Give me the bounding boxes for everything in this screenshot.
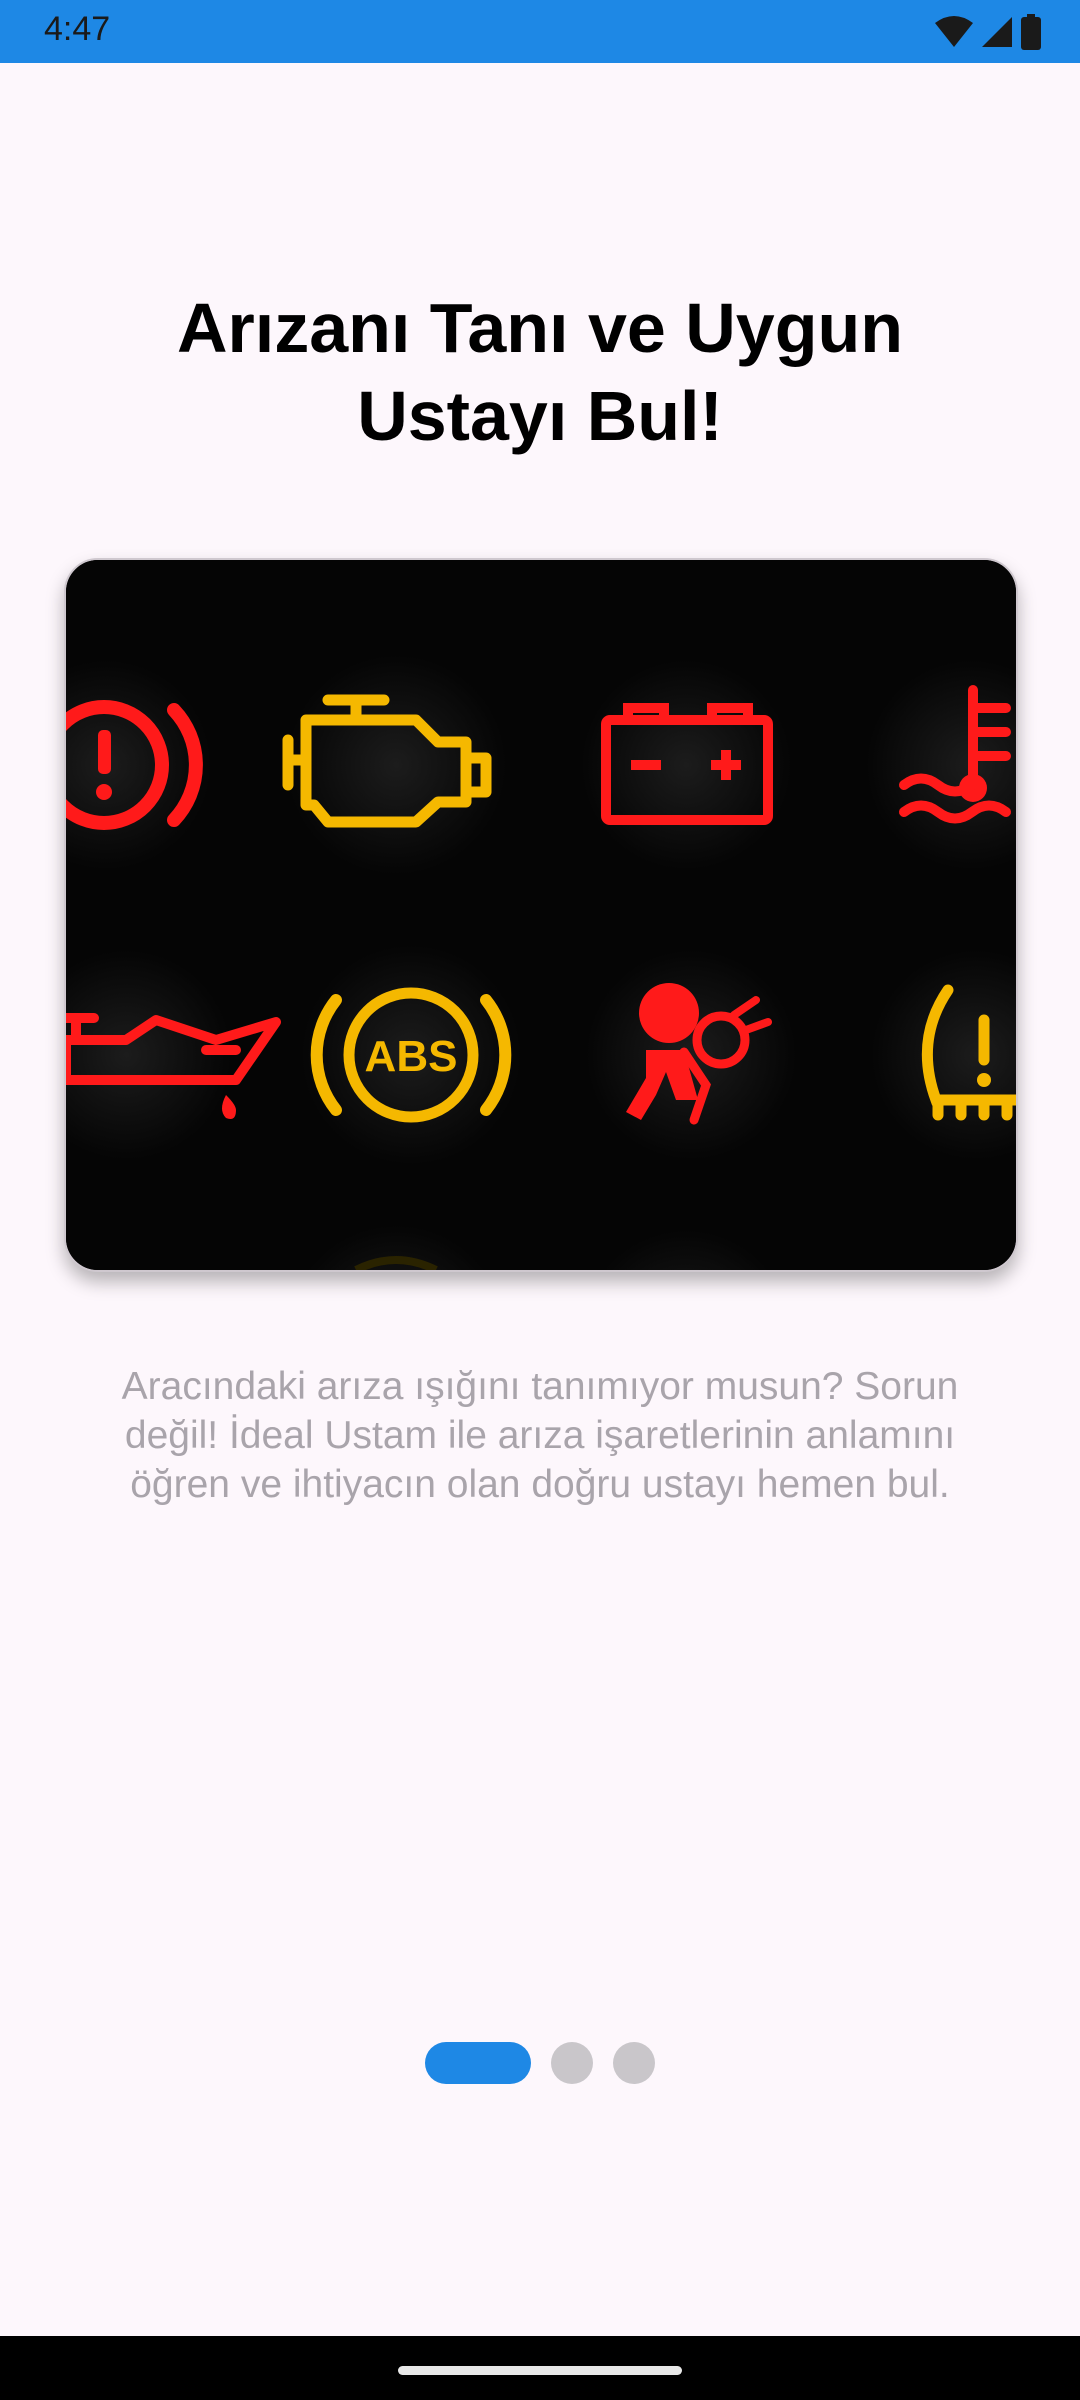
abs-label: ABS xyxy=(365,1032,458,1081)
page-dot-2[interactable] xyxy=(551,2042,593,2084)
wifi-icon xyxy=(935,16,973,47)
page-title: Arızanı Tanı ve Uygun Ustayı Bul! xyxy=(100,284,980,460)
page-dot-3[interactable] xyxy=(613,2042,655,2084)
onboarding-description: Aracındaki arıza ışığını tanımıyor musun… xyxy=(121,1365,959,1506)
system-navigation-bar xyxy=(0,2336,1080,2400)
status-icons xyxy=(934,12,1042,52)
signal-icon xyxy=(982,17,1012,47)
page-indicator xyxy=(0,2042,1080,2084)
status-bar: 4:47 xyxy=(0,0,1080,63)
warning-lights-image: ABS xyxy=(64,558,1018,1272)
home-gesture-handle[interactable] xyxy=(398,2366,682,2375)
title-line-1: Arızanı Tanı ve Uygun xyxy=(176,289,904,367)
status-time: 4:47 xyxy=(44,10,111,48)
battery-icon xyxy=(1021,14,1041,50)
page-dot-1-active[interactable] xyxy=(425,2042,531,2084)
title-line-2: Ustayı Bul! xyxy=(357,377,723,455)
dashboard-warning-lights: ABS xyxy=(66,560,1016,1270)
